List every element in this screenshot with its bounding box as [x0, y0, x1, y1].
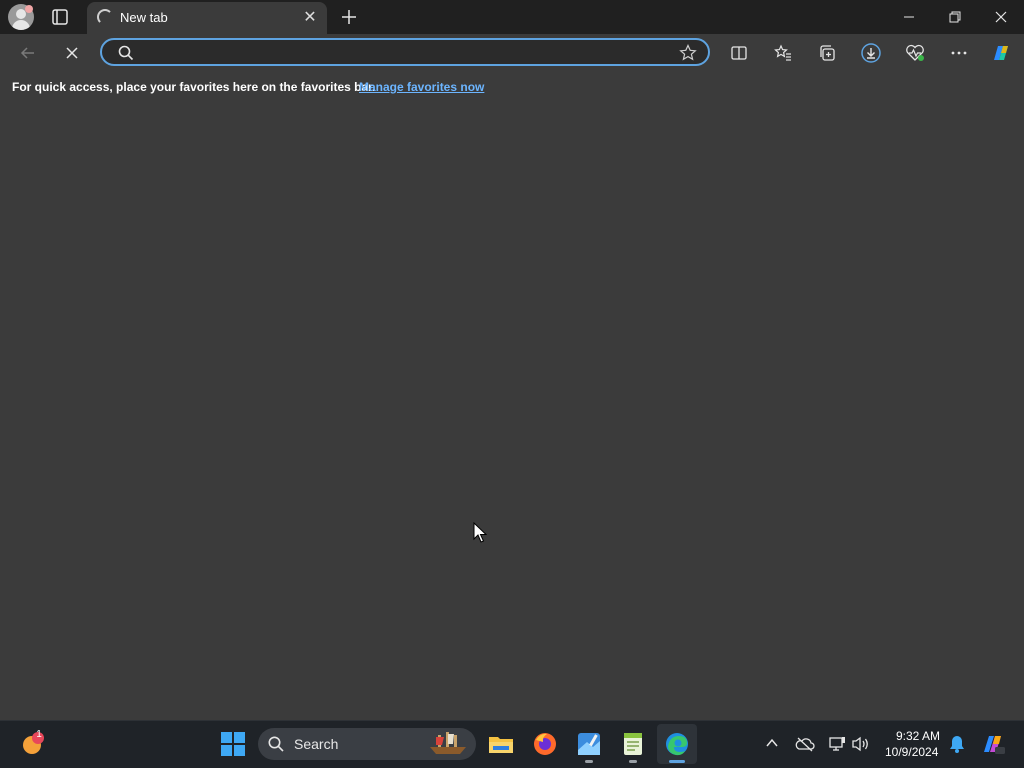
new-tab-button[interactable] [338, 6, 360, 28]
paint-running-indicator [585, 760, 593, 763]
restore-button[interactable] [932, 0, 978, 34]
copilot-taskbar-icon[interactable] [980, 731, 1006, 762]
taskbar-search-icon [267, 735, 285, 758]
more-options-icon[interactable] [946, 40, 972, 66]
notification-bell-icon[interactable] [948, 734, 966, 759]
stop-loading-button[interactable] [59, 40, 85, 66]
minimize-button[interactable] [886, 0, 932, 34]
tab-title: New tab [120, 10, 168, 25]
file-explorer-icon[interactable] [487, 730, 515, 758]
start-windows-icon[interactable] [219, 730, 247, 758]
tab-close-icon[interactable]: ✕ [301, 9, 319, 27]
favorites-icon[interactable] [770, 40, 796, 66]
profile-notification-dot [25, 5, 33, 13]
onedrive-offline-icon[interactable] [795, 735, 815, 758]
notepad-running-indicator [629, 760, 637, 763]
notepad-plus-plus-icon[interactable] [619, 730, 647, 758]
taskbar-search-label: Search [294, 736, 339, 752]
split-screen-icon[interactable] [726, 40, 752, 66]
favorite-star-icon[interactable] [678, 43, 698, 68]
page-content [0, 100, 1024, 720]
tab-actions-menu-icon[interactable] [50, 7, 70, 27]
paint-app-icon[interactable] [575, 730, 603, 758]
show-hidden-icons-chevron-up-icon[interactable] [765, 736, 779, 755]
loading-spinner-icon [97, 9, 113, 25]
manage-favorites-link[interactable]: Manage favorites now [359, 80, 484, 94]
browser-essentials-icon[interactable] [902, 40, 928, 66]
clock-time[interactable]: 9:32 AM [896, 729, 940, 743]
edge-active-indicator [669, 760, 685, 763]
edge-browser-icon[interactable] [663, 730, 691, 758]
tab-new-tab[interactable]: New tab ✕ [87, 2, 327, 34]
favorites-bar-message: For quick access, place your favorites h… [12, 80, 376, 94]
search-icon [117, 44, 135, 67]
volume-icon[interactable] [851, 735, 871, 758]
back-button[interactable] [15, 40, 41, 66]
address-bar[interactable] [100, 38, 710, 66]
copilot-icon[interactable] [988, 40, 1014, 66]
address-input[interactable] [140, 43, 664, 65]
search-highlight-ship-icon [424, 729, 472, 762]
close-window-button[interactable] [978, 0, 1024, 34]
downloads-icon[interactable] [858, 40, 884, 66]
mouse-cursor-icon [473, 521, 488, 544]
clock-date[interactable]: 10/9/2024 [885, 745, 938, 759]
weather-badge-count: 1 [36, 729, 42, 740]
firefox-icon[interactable] [531, 730, 559, 758]
network-icon[interactable] [828, 735, 846, 758]
collections-icon[interactable] [814, 40, 840, 66]
